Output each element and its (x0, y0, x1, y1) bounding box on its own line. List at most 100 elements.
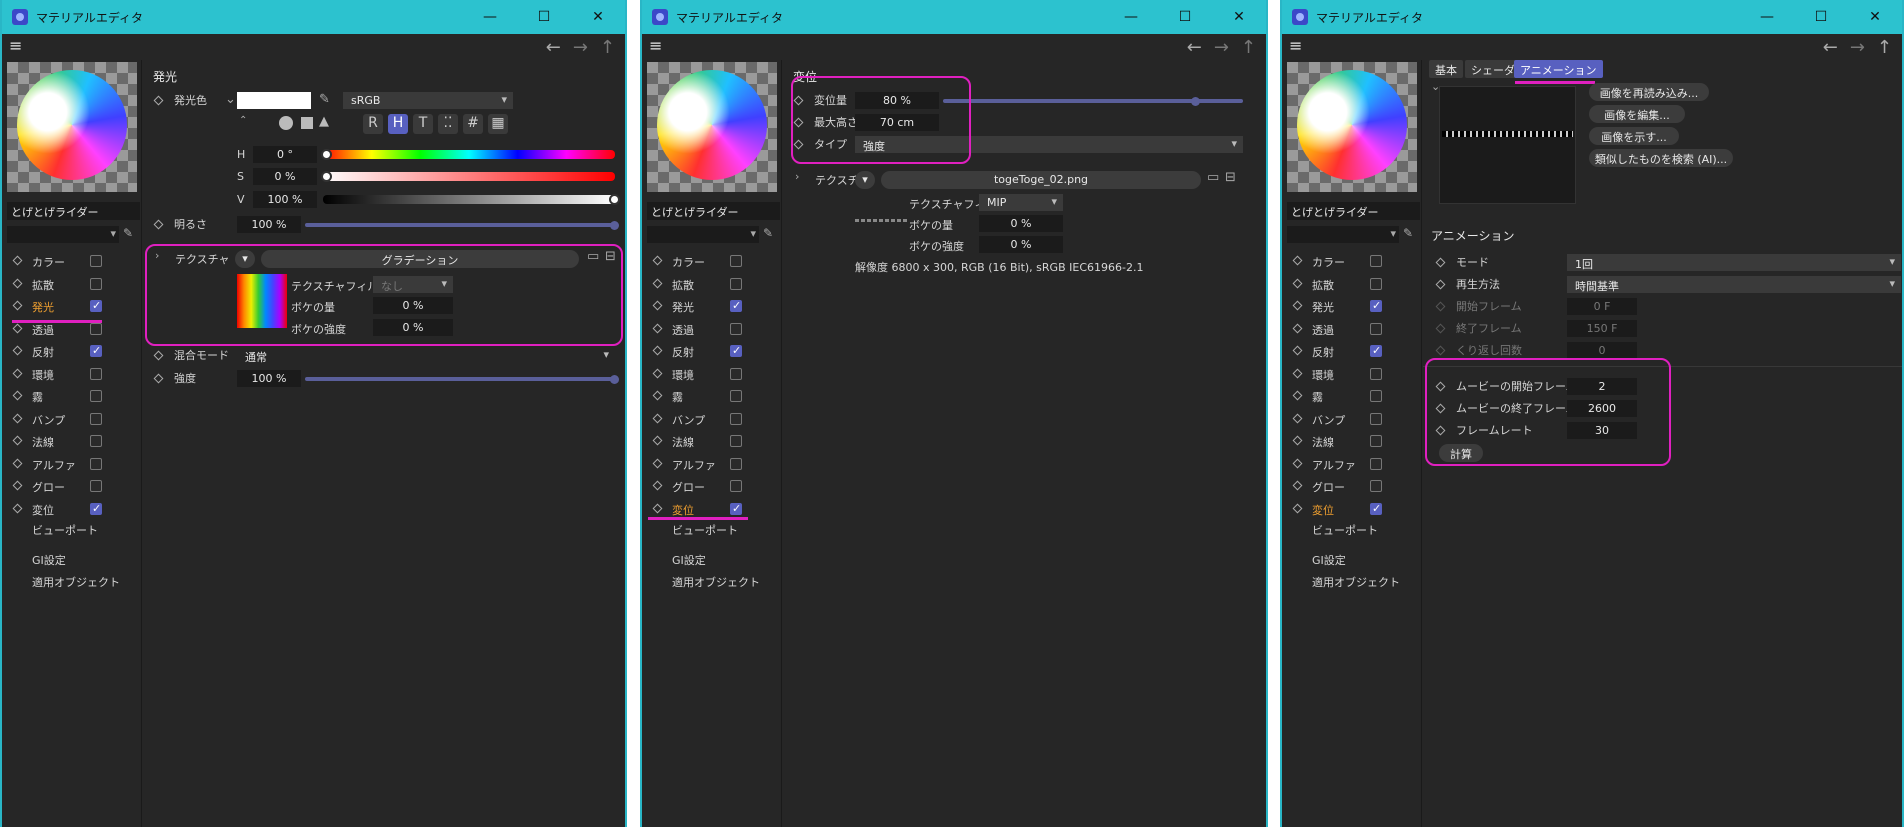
title-bar[interactable]: マテリアルエディタ — ☐ ✕ (642, 0, 1266, 34)
square-mode-icon[interactable] (301, 117, 313, 129)
channel-glow[interactable]: グロー (642, 475, 782, 498)
up-icon[interactable]: ↑ (1241, 37, 1256, 58)
hue-slider[interactable] (323, 150, 615, 159)
keyframe-diamond-icon[interactable] (1435, 257, 1446, 267)
reload-image-button[interactable]: 画像を再読み込み... (1589, 83, 1709, 101)
channel-checkbox[interactable] (730, 480, 742, 492)
keyframe-diamond-icon[interactable] (12, 300, 23, 311)
keyframe-diamond-icon[interactable] (12, 345, 23, 356)
brightness-slider[interactable] (305, 223, 615, 227)
close-button[interactable]: ✕ (571, 0, 625, 34)
channel-reflectance[interactable]: 反射 (2, 340, 142, 363)
h-value[interactable]: 0 ° (253, 146, 317, 163)
chevron-down-icon[interactable]: ⌄ (225, 92, 236, 107)
channel-checkbox[interactable] (90, 480, 102, 492)
close-button[interactable]: ✕ (1212, 0, 1266, 34)
viewport-item[interactable]: ビューポート (32, 522, 98, 538)
channel-luminance[interactable]: 発光 (1282, 295, 1422, 318)
channel-checkbox[interactable] (730, 457, 742, 470)
channel-checkbox[interactable] (90, 322, 102, 335)
keyframe-diamond-icon[interactable] (12, 435, 23, 446)
maximize-button[interactable]: ☐ (1794, 0, 1848, 34)
back-icon[interactable]: ← (1187, 37, 1202, 58)
keyframe-diamond-icon[interactable] (1435, 345, 1446, 355)
assigned-objects-item[interactable]: 適用オブジェクト (32, 574, 120, 590)
channel-checkbox[interactable] (1370, 344, 1382, 357)
mix-mode-select[interactable]: 通常 (237, 347, 615, 364)
keyframe-diamond-icon[interactable] (1435, 279, 1446, 289)
keyframe-diamond-icon[interactable] (1292, 413, 1303, 423)
channel-diffusion[interactable]: 拡散 (1282, 273, 1422, 296)
keyframe-diamond-icon[interactable] (1292, 368, 1303, 378)
keyframe-diamond-icon[interactable] (153, 373, 164, 383)
channel-color[interactable]: カラー (642, 250, 782, 273)
menu-icon[interactable]: ≡ (9, 38, 25, 54)
channel-checkbox[interactable] (730, 299, 742, 312)
channel-checkbox[interactable] (1370, 480, 1382, 492)
title-bar[interactable]: マテリアルエディタ — ☐ ✕ (1282, 0, 1902, 34)
channel-fog[interactable]: 霧 (1282, 385, 1422, 408)
channel-glow[interactable]: グロー (2, 475, 142, 498)
close-button[interactable]: ✕ (1848, 0, 1902, 34)
tab-basic[interactable]: 基本 (1429, 60, 1463, 78)
mode-select[interactable]: 1回 (1567, 254, 1901, 271)
keyframe-diamond-icon[interactable] (153, 350, 164, 360)
keyframe-diamond-icon[interactable] (652, 390, 663, 401)
start-frame-value[interactable]: 0 F (1567, 298, 1637, 315)
brightness-value[interactable]: 100 % (237, 216, 301, 233)
channel-glow[interactable]: グロー (1282, 475, 1422, 498)
material-preview[interactable] (647, 62, 777, 192)
saturation-knob[interactable] (321, 171, 332, 182)
maximize-button[interactable]: ☐ (1158, 0, 1212, 34)
channel-normal[interactable]: 法線 (2, 430, 142, 453)
loops-value[interactable]: 0 (1567, 342, 1637, 359)
keyframe-diamond-icon[interactable] (12, 323, 23, 333)
strength-knob[interactable] (610, 375, 619, 384)
mixer-mode-button[interactable]: ⁚⁚ (438, 114, 458, 134)
keyframe-diamond-icon[interactable] (153, 219, 164, 229)
collapse-icon[interactable]: ⌃ (239, 115, 247, 126)
kelvin-mode-button[interactable]: T (413, 114, 433, 134)
channel-checkbox[interactable] (1370, 255, 1382, 267)
s-value[interactable]: 0 % (253, 168, 317, 185)
channel-checkbox[interactable] (1370, 412, 1382, 425)
swatch-mode-button[interactable]: ▦ (488, 114, 508, 134)
up-icon[interactable]: ↑ (600, 37, 615, 58)
forward-icon[interactable]: → (573, 37, 588, 58)
hex-mode-button[interactable]: # (463, 114, 483, 134)
channel-environment[interactable]: 環境 (1282, 363, 1422, 386)
channel-reflectance[interactable]: 反射 (1282, 340, 1422, 363)
material-name-field[interactable]: とげとげライダー (7, 202, 140, 220)
channel-fog[interactable]: 霧 (2, 385, 142, 408)
assigned-objects-item[interactable]: 適用オブジェクト (1312, 574, 1400, 590)
channel-checkbox[interactable] (730, 435, 742, 447)
keyframe-diamond-icon[interactable] (1292, 323, 1303, 333)
keyframe-diamond-icon[interactable] (153, 95, 164, 105)
channel-environment[interactable]: 環境 (2, 363, 142, 386)
v-value[interactable]: 100 % (253, 191, 317, 208)
eyedropper-icon[interactable]: ✎ (123, 226, 133, 240)
saturation-slider[interactable] (323, 172, 615, 181)
image-mode-icon[interactable]: ▲ (319, 114, 329, 129)
hue-knob[interactable] (321, 149, 332, 160)
playback-select[interactable]: 時間基準 (1567, 276, 1901, 293)
channel-environment[interactable]: 環境 (642, 363, 782, 386)
keyframe-diamond-icon[interactable] (1435, 323, 1446, 333)
channel-checkbox[interactable] (1370, 457, 1382, 470)
channel-displacement[interactable]: 変位 (1282, 498, 1422, 521)
brightness-knob[interactable] (610, 221, 619, 230)
keyframe-diamond-icon[interactable] (652, 480, 663, 491)
channel-fog[interactable]: 霧 (642, 385, 782, 408)
blur-strength-value[interactable]: 0 % (979, 236, 1063, 253)
channel-alpha[interactable]: アルファ (2, 453, 142, 476)
channel-transparency[interactable]: 透過 (642, 318, 782, 341)
channel-checkbox[interactable] (90, 435, 102, 447)
blur-amount-value[interactable]: 0 % (979, 215, 1063, 232)
keyframe-diamond-icon[interactable] (12, 413, 23, 423)
channel-checkbox[interactable] (90, 255, 102, 267)
keyframe-diamond-icon[interactable] (12, 390, 23, 401)
keyframe-diamond-icon[interactable] (12, 480, 23, 491)
channel-checkbox[interactable] (730, 255, 742, 267)
forward-icon[interactable]: → (1850, 37, 1865, 58)
keyframe-diamond-icon[interactable] (1292, 503, 1303, 513)
